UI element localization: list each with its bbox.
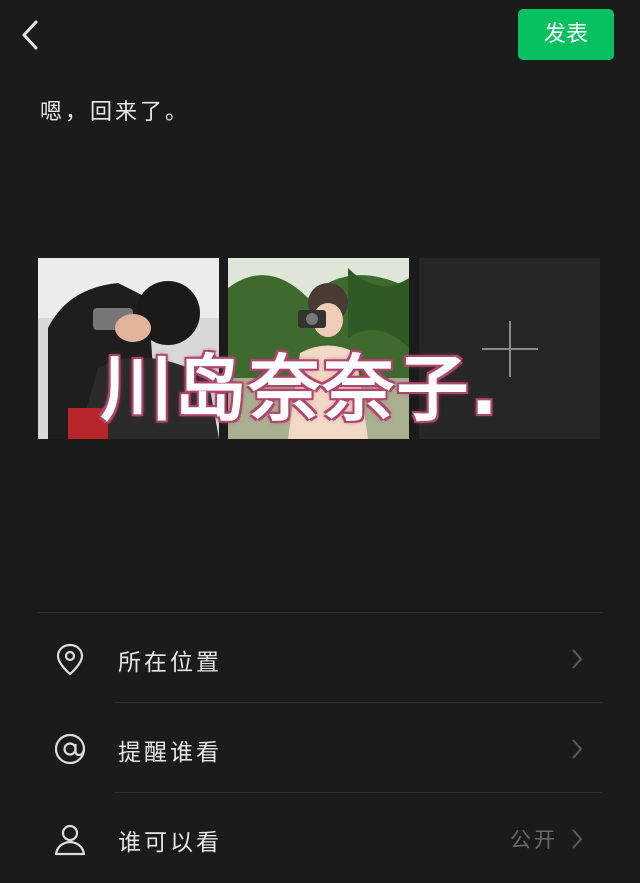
location-pin-icon xyxy=(56,643,84,676)
photo-image-2 xyxy=(228,258,409,439)
publish-button[interactable]: 发表 xyxy=(518,9,614,60)
chevron-right-icon xyxy=(572,829,583,849)
option-label: 谁可以看 xyxy=(118,830,222,856)
post-text[interactable]: 嗯，回来了。 xyxy=(40,94,190,126)
photo-thumbnail-2[interactable] xyxy=(228,258,409,439)
add-photo-button[interactable] xyxy=(419,258,600,439)
photo-thumbnail-1[interactable] xyxy=(38,258,219,439)
plus-icon xyxy=(482,321,538,377)
photo-image-1 xyxy=(38,258,219,439)
option-location[interactable]: 所在位置 xyxy=(38,613,602,703)
at-icon xyxy=(54,733,86,765)
chevron-right-icon xyxy=(572,649,583,669)
visibility-value: 公开 xyxy=(510,828,558,852)
option-label: 所在位置 xyxy=(118,650,222,676)
option-visibility[interactable]: 谁可以看 公开 xyxy=(38,793,602,883)
chevron-right-icon xyxy=(572,739,583,759)
top-bar: 发表 xyxy=(0,0,640,70)
option-remind[interactable]: 提醒谁看 xyxy=(38,703,602,793)
option-label: 提醒谁看 xyxy=(118,740,222,766)
back-button[interactable] xyxy=(18,18,48,52)
person-icon xyxy=(54,824,86,856)
chevron-left-icon xyxy=(22,20,38,50)
